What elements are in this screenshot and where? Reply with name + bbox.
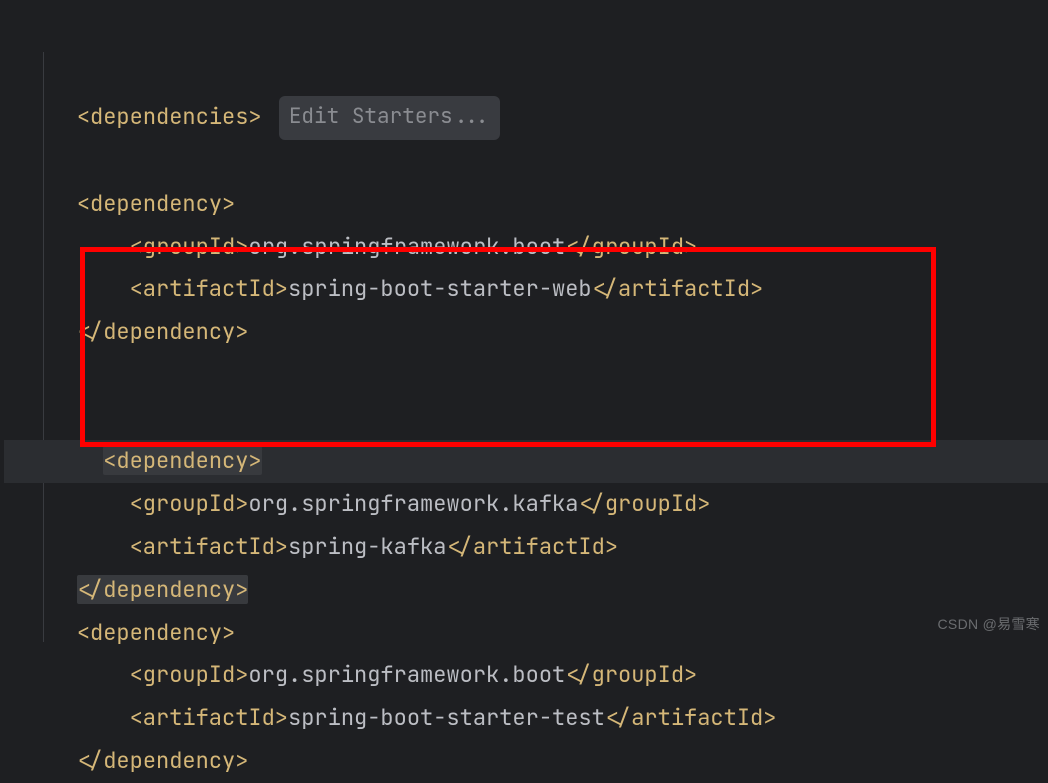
tag-artifactid-open: <artifactId>: [130, 274, 288, 303]
artifactid-value: spring-boot-starter-web: [288, 274, 592, 303]
tag-groupid-open: <groupId>: [130, 660, 249, 689]
code-line: <groupId>org.springframework.boot</group…: [4, 654, 1048, 697]
code-line: </dependency>: [4, 740, 1048, 783]
groupid-value: org.springframework.boot: [248, 232, 565, 261]
code-line: <dependencies> Edit Starters...: [4, 10, 1048, 183]
tag-artifactid-close: </artifactId>: [592, 274, 764, 303]
tag-dependency-open: <dependency>: [77, 618, 235, 647]
tag-dependencies-open: <dependencies>: [77, 102, 262, 131]
code-line: </dependency>: [4, 569, 1048, 612]
tag-groupid-close: </groupId>: [565, 660, 697, 689]
tag-artifactid-close: </artifactId>: [446, 532, 618, 561]
code-line: <groupId>org.springframework.kafka</grou…: [4, 483, 1048, 526]
watermark: CSDN @易雪寒: [938, 611, 1040, 638]
tag-dependency-close: </dependency>: [77, 317, 249, 346]
tag-dependency-open: <dependency>: [103, 446, 261, 475]
tag-dependency-close: </dependency>: [77, 575, 249, 604]
tag-artifactid-close: </artifactId>: [605, 703, 777, 732]
code-line-current: <dependency>: [4, 354, 1048, 483]
tag-groupid-open: <groupId>: [130, 489, 249, 518]
code-line: <artifactId>spring-boot-starter-web</art…: [4, 268, 1048, 311]
code-line: <artifactId>spring-kafka</artifactId>: [4, 526, 1048, 569]
artifactid-value: spring-boot-starter-test: [288, 703, 605, 732]
code-line: </dependency>: [4, 311, 1048, 354]
edit-starters-hint[interactable]: Edit Starters...: [279, 96, 501, 140]
tag-groupid-open: <groupId>: [130, 232, 249, 261]
tag-dependency-close: </dependency>: [77, 746, 249, 775]
groupid-value: org.springframework.boot: [248, 660, 565, 689]
tag-dependency-open: <dependency>: [77, 189, 235, 218]
tag-groupid-close: </groupId>: [565, 232, 697, 261]
tag-groupid-close: </groupId>: [578, 489, 710, 518]
code-line: <dependency>: [4, 183, 1048, 226]
tag-artifactid-open: <artifactId>: [130, 703, 288, 732]
code-line: <artifactId>spring-boot-starter-test</ar…: [4, 697, 1048, 740]
code-line: <dependency>: [4, 612, 1048, 655]
tag-artifactid-open: <artifactId>: [130, 532, 288, 561]
groupid-value: org.springframework.kafka: [248, 489, 578, 518]
code-line: <groupId>org.springframework.boot</group…: [4, 226, 1048, 269]
artifactid-value: spring-kafka: [288, 532, 446, 561]
